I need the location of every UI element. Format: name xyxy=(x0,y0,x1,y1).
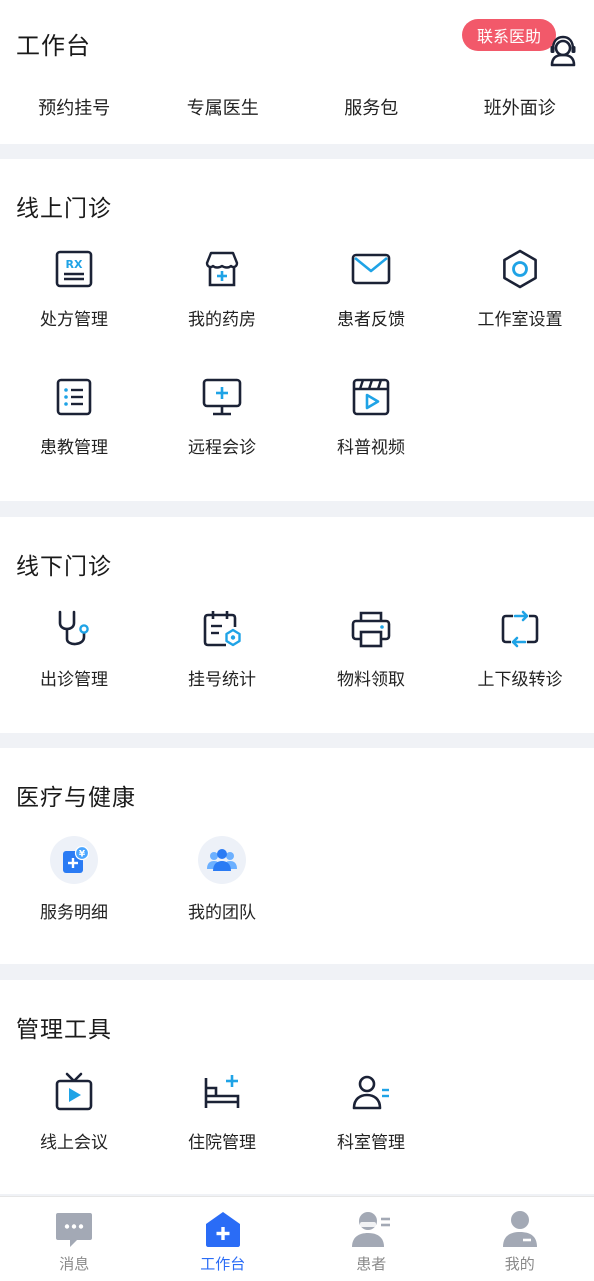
calendar-stats-icon xyxy=(202,609,242,649)
service-detail-icon: ¥ xyxy=(59,845,89,875)
grid-item-label: 工作室设置 xyxy=(446,305,594,330)
section-title: 管理工具 xyxy=(16,1010,112,1044)
contact-assistant-button[interactable]: 联系医助 xyxy=(462,19,556,51)
video-clapper-icon xyxy=(351,377,391,417)
tv-play-icon xyxy=(54,1072,94,1112)
grid-item-label: 科室管理 xyxy=(297,1128,445,1153)
tab-label: 工作台 xyxy=(149,1253,298,1274)
grid-item-label: 患教管理 xyxy=(0,433,148,458)
grid-item-department-management[interactable]: 科室管理 xyxy=(297,1072,445,1172)
tab-label: 消息 xyxy=(0,1253,149,1274)
grid-item-material-claim[interactable]: 物料领取 xyxy=(297,609,445,709)
grid-item-label: 服务明细 xyxy=(0,898,148,923)
quick-link-after-hours[interactable]: 班外面诊 xyxy=(446,94,594,120)
section-medical-health: 医疗与健康 ¥ 服务明细 xyxy=(0,748,594,964)
tab-messages[interactable]: 消息 xyxy=(0,1197,149,1281)
grid-item-patient-feedback[interactable]: 患者反馈 xyxy=(297,249,445,349)
section-title: 线下门诊 xyxy=(16,547,112,581)
tab-workbench[interactable]: 工作台 xyxy=(149,1197,298,1281)
quick-link-personal-doctor[interactable]: 专属医生 xyxy=(149,94,298,120)
pharmacy-icon xyxy=(202,249,242,289)
grid-item-my-team[interactable]: 我的团队 xyxy=(148,836,296,936)
tab-label: 我的 xyxy=(446,1253,594,1274)
svg-text:RX: RX xyxy=(66,258,83,271)
monitor-plus-icon xyxy=(202,377,242,417)
section-title: 线上门诊 xyxy=(16,189,112,223)
grid-item-label: 物料领取 xyxy=(297,665,445,690)
chat-bubble-icon xyxy=(54,1209,94,1249)
grid-item-science-video[interactable]: 科普视频 xyxy=(297,377,445,477)
grid-item-label: 上下级转诊 xyxy=(446,665,594,690)
grid-item-inpatient-management[interactable]: 住院管理 xyxy=(148,1072,296,1172)
grid-item-visit-management[interactable]: 出诊管理 xyxy=(0,609,148,709)
page-title: 工作台 xyxy=(16,26,91,61)
tab-label: 患者 xyxy=(297,1253,446,1274)
header: 工作台 联系医助 预约挂号 专属医生 服务包 班外面诊 xyxy=(0,0,594,144)
customer-service-icon[interactable] xyxy=(546,34,580,68)
grid-item-label: 远程会诊 xyxy=(148,433,296,458)
department-user-icon xyxy=(351,1072,391,1112)
section-management-tools: 管理工具 线上会议 住院管理 xyxy=(0,980,594,1194)
team-icon xyxy=(206,844,238,876)
tab-profile[interactable]: 我的 xyxy=(446,1197,594,1281)
grid-item-label: 处方管理 xyxy=(0,305,148,330)
workbench-home-icon xyxy=(203,1209,243,1249)
grid-item-label: 我的团队 xyxy=(148,898,296,923)
profile-icon xyxy=(500,1209,540,1249)
hospital-bed-icon xyxy=(202,1072,242,1112)
patient-icon xyxy=(351,1209,391,1249)
svg-text:¥: ¥ xyxy=(79,850,86,860)
section-online-clinic: 线上门诊 RX 处方管理 我的药房 xyxy=(0,159,594,501)
grid-item-service-detail[interactable]: ¥ 服务明细 xyxy=(0,836,148,936)
grid-item-label: 住院管理 xyxy=(148,1128,296,1153)
grid-item-online-meeting[interactable]: 线上会议 xyxy=(0,1072,148,1172)
quick-link-service-package[interactable]: 服务包 xyxy=(297,94,446,120)
grid-item-prescription[interactable]: RX 处方管理 xyxy=(0,249,148,349)
prescription-icon: RX xyxy=(54,249,94,289)
grid-item-referral[interactable]: 上下级转诊 xyxy=(446,609,594,709)
grid-item-label: 线上会议 xyxy=(0,1128,148,1153)
quick-links: 预约挂号 专属医生 服务包 班外面诊 xyxy=(0,94,594,120)
grid-item-label: 出诊管理 xyxy=(0,665,148,690)
bottom-tab-bar: 消息 工作台 患者 我的 xyxy=(0,1196,594,1281)
section-offline-clinic: 线下门诊 出诊管理 挂号统计 xyxy=(0,517,594,733)
grid-item-label: 患者反馈 xyxy=(297,305,445,330)
grid-item-studio-settings[interactable]: 工作室设置 xyxy=(446,249,594,349)
grid-item-label: 科普视频 xyxy=(297,433,445,458)
tab-patients[interactable]: 患者 xyxy=(297,1197,446,1281)
quick-link-appointment[interactable]: 预约挂号 xyxy=(0,94,149,120)
grid-item-my-pharmacy[interactable]: 我的药房 xyxy=(148,249,296,349)
grid-item-label: 我的药房 xyxy=(148,305,296,330)
transfer-icon xyxy=(500,609,540,649)
grid-item-remote-consultation[interactable]: 远程会诊 xyxy=(148,377,296,477)
printer-icon xyxy=(351,609,391,649)
mail-icon xyxy=(351,249,391,289)
gear-icon xyxy=(500,249,540,289)
section-title: 医疗与健康 xyxy=(16,778,136,812)
stethoscope-icon xyxy=(54,609,94,649)
grid-item-patient-education[interactable]: 患教管理 xyxy=(0,377,148,477)
grid-item-registration-stats[interactable]: 挂号统计 xyxy=(148,609,296,709)
list-icon xyxy=(54,377,94,417)
grid-item-label: 挂号统计 xyxy=(148,665,296,690)
